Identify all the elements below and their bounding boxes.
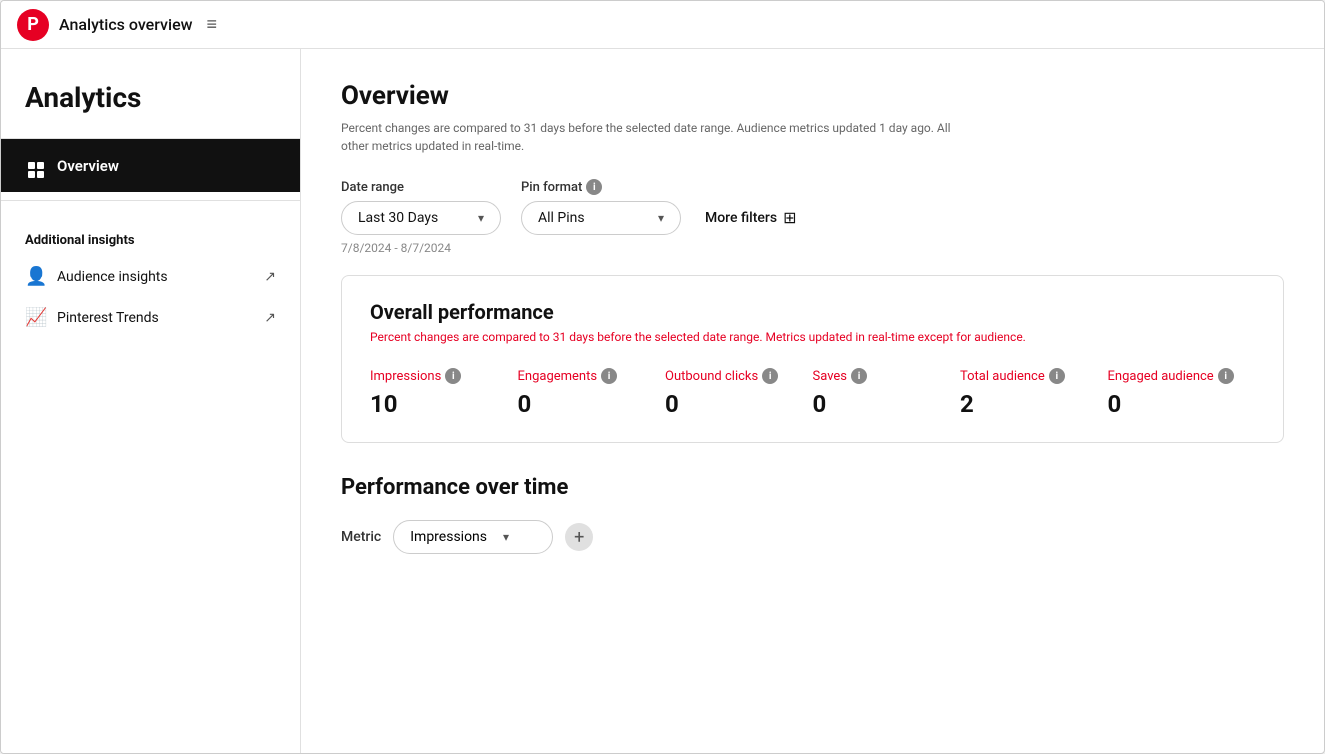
engagements-info-icon[interactable]: i bbox=[601, 368, 617, 384]
add-metric-icon: + bbox=[574, 527, 584, 548]
impressions-label: Impressions i bbox=[370, 368, 518, 384]
engaged-audience-info-icon[interactable]: i bbox=[1218, 368, 1234, 384]
metric-impressions: Impressions i 10 bbox=[370, 368, 518, 418]
date-range-select[interactable]: Last 30 Days ▾ bbox=[341, 201, 501, 235]
pin-format-label: Pin format i bbox=[521, 179, 681, 195]
filter-settings-icon: ⊞ bbox=[783, 208, 796, 227]
metric-dropdown[interactable]: Impressions ▾ bbox=[393, 520, 553, 554]
topbar-title: Analytics overview bbox=[59, 15, 193, 34]
pinterest-logo: P bbox=[17, 9, 49, 41]
total-audience-value: 2 bbox=[960, 390, 1108, 418]
metric-dropdown-value: Impressions bbox=[410, 529, 487, 545]
impressions-value: 10 bbox=[370, 390, 518, 418]
performance-over-time-title: Performance over time bbox=[341, 475, 1284, 500]
trends-icon: 📈 bbox=[25, 307, 47, 328]
saves-info-icon[interactable]: i bbox=[851, 368, 867, 384]
metrics-row: Impressions i 10 Engagements i 0 bbox=[370, 368, 1255, 418]
total-audience-info-icon[interactable]: i bbox=[1049, 368, 1065, 384]
metric-saves: Saves i 0 bbox=[813, 368, 961, 418]
engagements-value: 0 bbox=[518, 390, 666, 418]
main-layout: Analytics Overview Additional insights 👤… bbox=[1, 49, 1324, 753]
pinterest-trends-label: Pinterest Trends bbox=[57, 310, 159, 326]
performance-card: Overall performance Percent changes are … bbox=[341, 275, 1284, 443]
pin-format-select[interactable]: All Pins ▾ bbox=[521, 201, 681, 235]
sidebar-item-pinterest-trends[interactable]: 📈 Pinterest Trends ↗ bbox=[1, 297, 300, 338]
filters-row: Date range Last 30 Days ▾ Pin format i A… bbox=[341, 179, 1284, 235]
saves-value: 0 bbox=[813, 390, 961, 418]
impressions-info-icon[interactable]: i bbox=[445, 368, 461, 384]
date-range-display: 7/8/2024 - 8/7/2024 bbox=[341, 241, 1284, 255]
performance-metric-row: Metric Impressions ▾ + bbox=[341, 520, 1284, 554]
outbound-clicks-value: 0 bbox=[665, 390, 813, 418]
metric-outbound-clicks: Outbound clicks i 0 bbox=[665, 368, 813, 418]
pin-format-value: All Pins bbox=[538, 210, 634, 226]
sidebar-item-overview-label: Overview bbox=[57, 157, 119, 175]
engagements-label: Engagements i bbox=[518, 368, 666, 384]
sidebar: Analytics Overview Additional insights 👤… bbox=[1, 49, 301, 753]
outbound-clicks-label: Outbound clicks i bbox=[665, 368, 813, 384]
pin-format-filter-group: Pin format i All Pins ▾ bbox=[521, 179, 681, 235]
performance-over-time-section: Performance over time Metric Impressions… bbox=[341, 475, 1284, 554]
date-range-filter-group: Date range Last 30 Days ▾ bbox=[341, 180, 501, 235]
metric-row-label: Metric bbox=[341, 529, 381, 545]
saves-label: Saves i bbox=[813, 368, 961, 384]
date-range-value: Last 30 Days bbox=[358, 210, 454, 226]
add-metric-button[interactable]: + bbox=[565, 523, 593, 551]
content-area: Overview Percent changes are compared to… bbox=[301, 49, 1324, 753]
sidebar-item-overview[interactable]: Overview bbox=[1, 139, 300, 192]
sidebar-item-audience-insights[interactable]: 👤 Audience insights ↗ bbox=[1, 256, 300, 297]
audience-insights-external-icon: ↗ bbox=[264, 269, 276, 285]
total-audience-label: Total audience i bbox=[960, 368, 1108, 384]
hamburger-icon[interactable]: ≡ bbox=[207, 14, 218, 35]
date-range-chevron-icon: ▾ bbox=[478, 211, 484, 225]
performance-card-subtitle: Percent changes are compared to 31 days … bbox=[370, 330, 1255, 344]
outbound-clicks-info-icon[interactable]: i bbox=[762, 368, 778, 384]
performance-card-title: Overall performance bbox=[370, 300, 1255, 324]
metric-engaged-audience: Engaged audience i 0 bbox=[1108, 368, 1256, 418]
sidebar-analytics-title: Analytics bbox=[1, 49, 300, 139]
metric-dropdown-chevron-icon: ▾ bbox=[503, 530, 509, 544]
app-window: P Analytics overview ≡ Analytics Overvie… bbox=[0, 0, 1325, 754]
engaged-audience-value: 0 bbox=[1108, 390, 1256, 418]
audience-insights-label: Audience insights bbox=[57, 269, 168, 285]
additional-insights-header: Additional insights bbox=[1, 209, 300, 256]
engaged-audience-label: Engaged audience i bbox=[1108, 368, 1256, 384]
more-filters-button[interactable]: More filters ⊞ bbox=[701, 200, 800, 235]
pin-format-info-icon[interactable]: i bbox=[586, 179, 602, 195]
overview-subtitle: Percent changes are compared to 31 days … bbox=[341, 119, 961, 155]
pin-format-chevron-icon: ▾ bbox=[658, 211, 664, 225]
metric-engagements: Engagements i 0 bbox=[518, 368, 666, 418]
top-bar: P Analytics overview ≡ bbox=[1, 1, 1324, 49]
date-range-label: Date range bbox=[341, 180, 501, 195]
overview-title: Overview bbox=[341, 81, 1284, 111]
audience-icon: 👤 bbox=[25, 266, 47, 287]
overview-icon bbox=[25, 153, 47, 178]
pinterest-trends-external-icon: ↗ bbox=[264, 310, 276, 326]
more-filters-label: More filters bbox=[705, 210, 777, 226]
metric-total-audience: Total audience i 2 bbox=[960, 368, 1108, 418]
